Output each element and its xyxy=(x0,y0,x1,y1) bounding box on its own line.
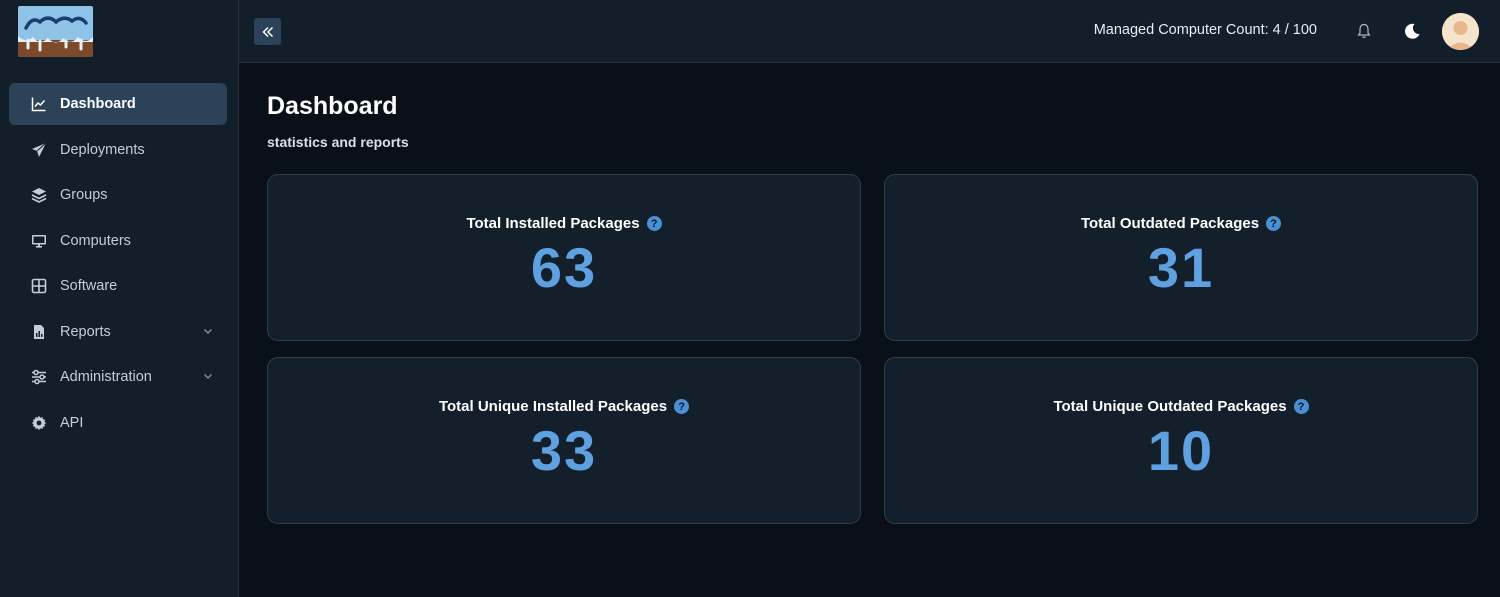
chevron-down-icon[interactable] xyxy=(202,325,214,337)
card-title: Total Unique Outdated Packages ? xyxy=(1053,398,1309,415)
page-title: Dashboard xyxy=(267,92,398,120)
stats-cards: Total Installed Packages ? 63 Total Outd… xyxy=(267,174,1478,524)
sidebar-item-reports[interactable]: Reports xyxy=(9,311,227,353)
help-icon[interactable]: ? xyxy=(646,216,662,231)
help-icon[interactable]: ? xyxy=(1266,216,1282,231)
help-icon[interactable]: ? xyxy=(1293,399,1309,414)
sidebar-item-deployments[interactable]: Deployments xyxy=(9,129,227,171)
file-report-icon xyxy=(31,324,47,340)
card-value: 10 xyxy=(1147,419,1215,482)
stat-card-unique-outdated: Total Unique Outdated Packages ? 10 xyxy=(884,357,1478,524)
sidebar-item-computers[interactable]: Computers xyxy=(9,220,227,262)
bell-icon[interactable] xyxy=(1356,23,1372,39)
sidebar-item-label: Administration xyxy=(60,369,152,385)
card-title-text: Total Outdated Packages xyxy=(1080,215,1260,232)
layers-icon xyxy=(31,187,47,203)
chevron-down-icon[interactable] xyxy=(202,370,214,382)
stat-card-total-outdated: Total Outdated Packages ? 31 xyxy=(884,174,1478,341)
sidebar-item-label: Software xyxy=(60,278,118,294)
moon-icon[interactable] xyxy=(1403,22,1421,40)
sidebar-item-label: Groups xyxy=(60,187,108,203)
help-icon[interactable]: ? xyxy=(674,399,690,414)
sidebar-item-label: Reports xyxy=(60,323,111,340)
topbar: Managed Computer Count: 4 / 100 xyxy=(239,0,1500,63)
sidebar-item-label: API xyxy=(60,414,84,431)
stat-card-unique-installed: Total Unique Installed Packages ? 33 xyxy=(267,357,861,524)
sidebar-item-groups[interactable]: Groups xyxy=(9,174,227,216)
card-title: Total Installed Packages ? xyxy=(466,215,662,232)
monitor-icon xyxy=(31,233,47,249)
card-title-text: Total Unique Outdated Packages xyxy=(1053,398,1287,415)
sidebar-item-software[interactable]: Software xyxy=(9,265,227,307)
sidebar-nav: Dashboard Deployments Groups Computers S… xyxy=(9,83,227,447)
sidebar-item-administration[interactable]: Administration xyxy=(9,356,227,398)
chart-line-icon xyxy=(31,96,47,112)
collapse-sidebar-button[interactable] xyxy=(254,18,281,45)
sidebar-item-label: Computers xyxy=(60,232,131,249)
sidebar-item-dashboard[interactable]: Dashboard xyxy=(9,83,227,125)
dashboard-content: Dashboard statistics and reports Total I… xyxy=(239,63,1500,524)
card-value: 31 xyxy=(1147,236,1215,299)
card-value: 33 xyxy=(530,419,598,482)
card-title: Total Unique Installed Packages ? xyxy=(438,398,690,415)
sidebar-item-api[interactable]: API xyxy=(9,402,227,444)
sidebar-item-label: Dashboard xyxy=(60,96,136,112)
card-value: 63 xyxy=(530,236,598,299)
sidebar-item-label: Deployments xyxy=(60,141,145,158)
card-title-text: Total Unique Installed Packages xyxy=(438,398,668,415)
managed-computer-count: Managed Computer Count: 4 / 100 xyxy=(1093,22,1317,38)
avatar[interactable] xyxy=(1442,13,1479,50)
paper-plane-icon xyxy=(31,142,47,158)
page-subtitle: statistics and reports xyxy=(267,134,409,150)
gear-icon xyxy=(31,415,47,431)
sliders-icon xyxy=(31,369,47,385)
collapse-icon xyxy=(261,26,273,37)
chocolatey-logo[interactable] xyxy=(18,6,93,57)
card-title-text: Total Installed Packages xyxy=(466,215,640,232)
stat-card-total-installed: Total Installed Packages ? 63 xyxy=(267,174,861,341)
app: Dashboard Deployments Groups Computers S… xyxy=(0,0,1500,597)
grid-icon xyxy=(31,278,47,294)
sidebar: Dashboard Deployments Groups Computers S… xyxy=(0,0,239,597)
card-title: Total Outdated Packages ? xyxy=(1080,215,1282,232)
main-area: Managed Computer Count: 4 / 100 Dashboar… xyxy=(239,0,1500,597)
